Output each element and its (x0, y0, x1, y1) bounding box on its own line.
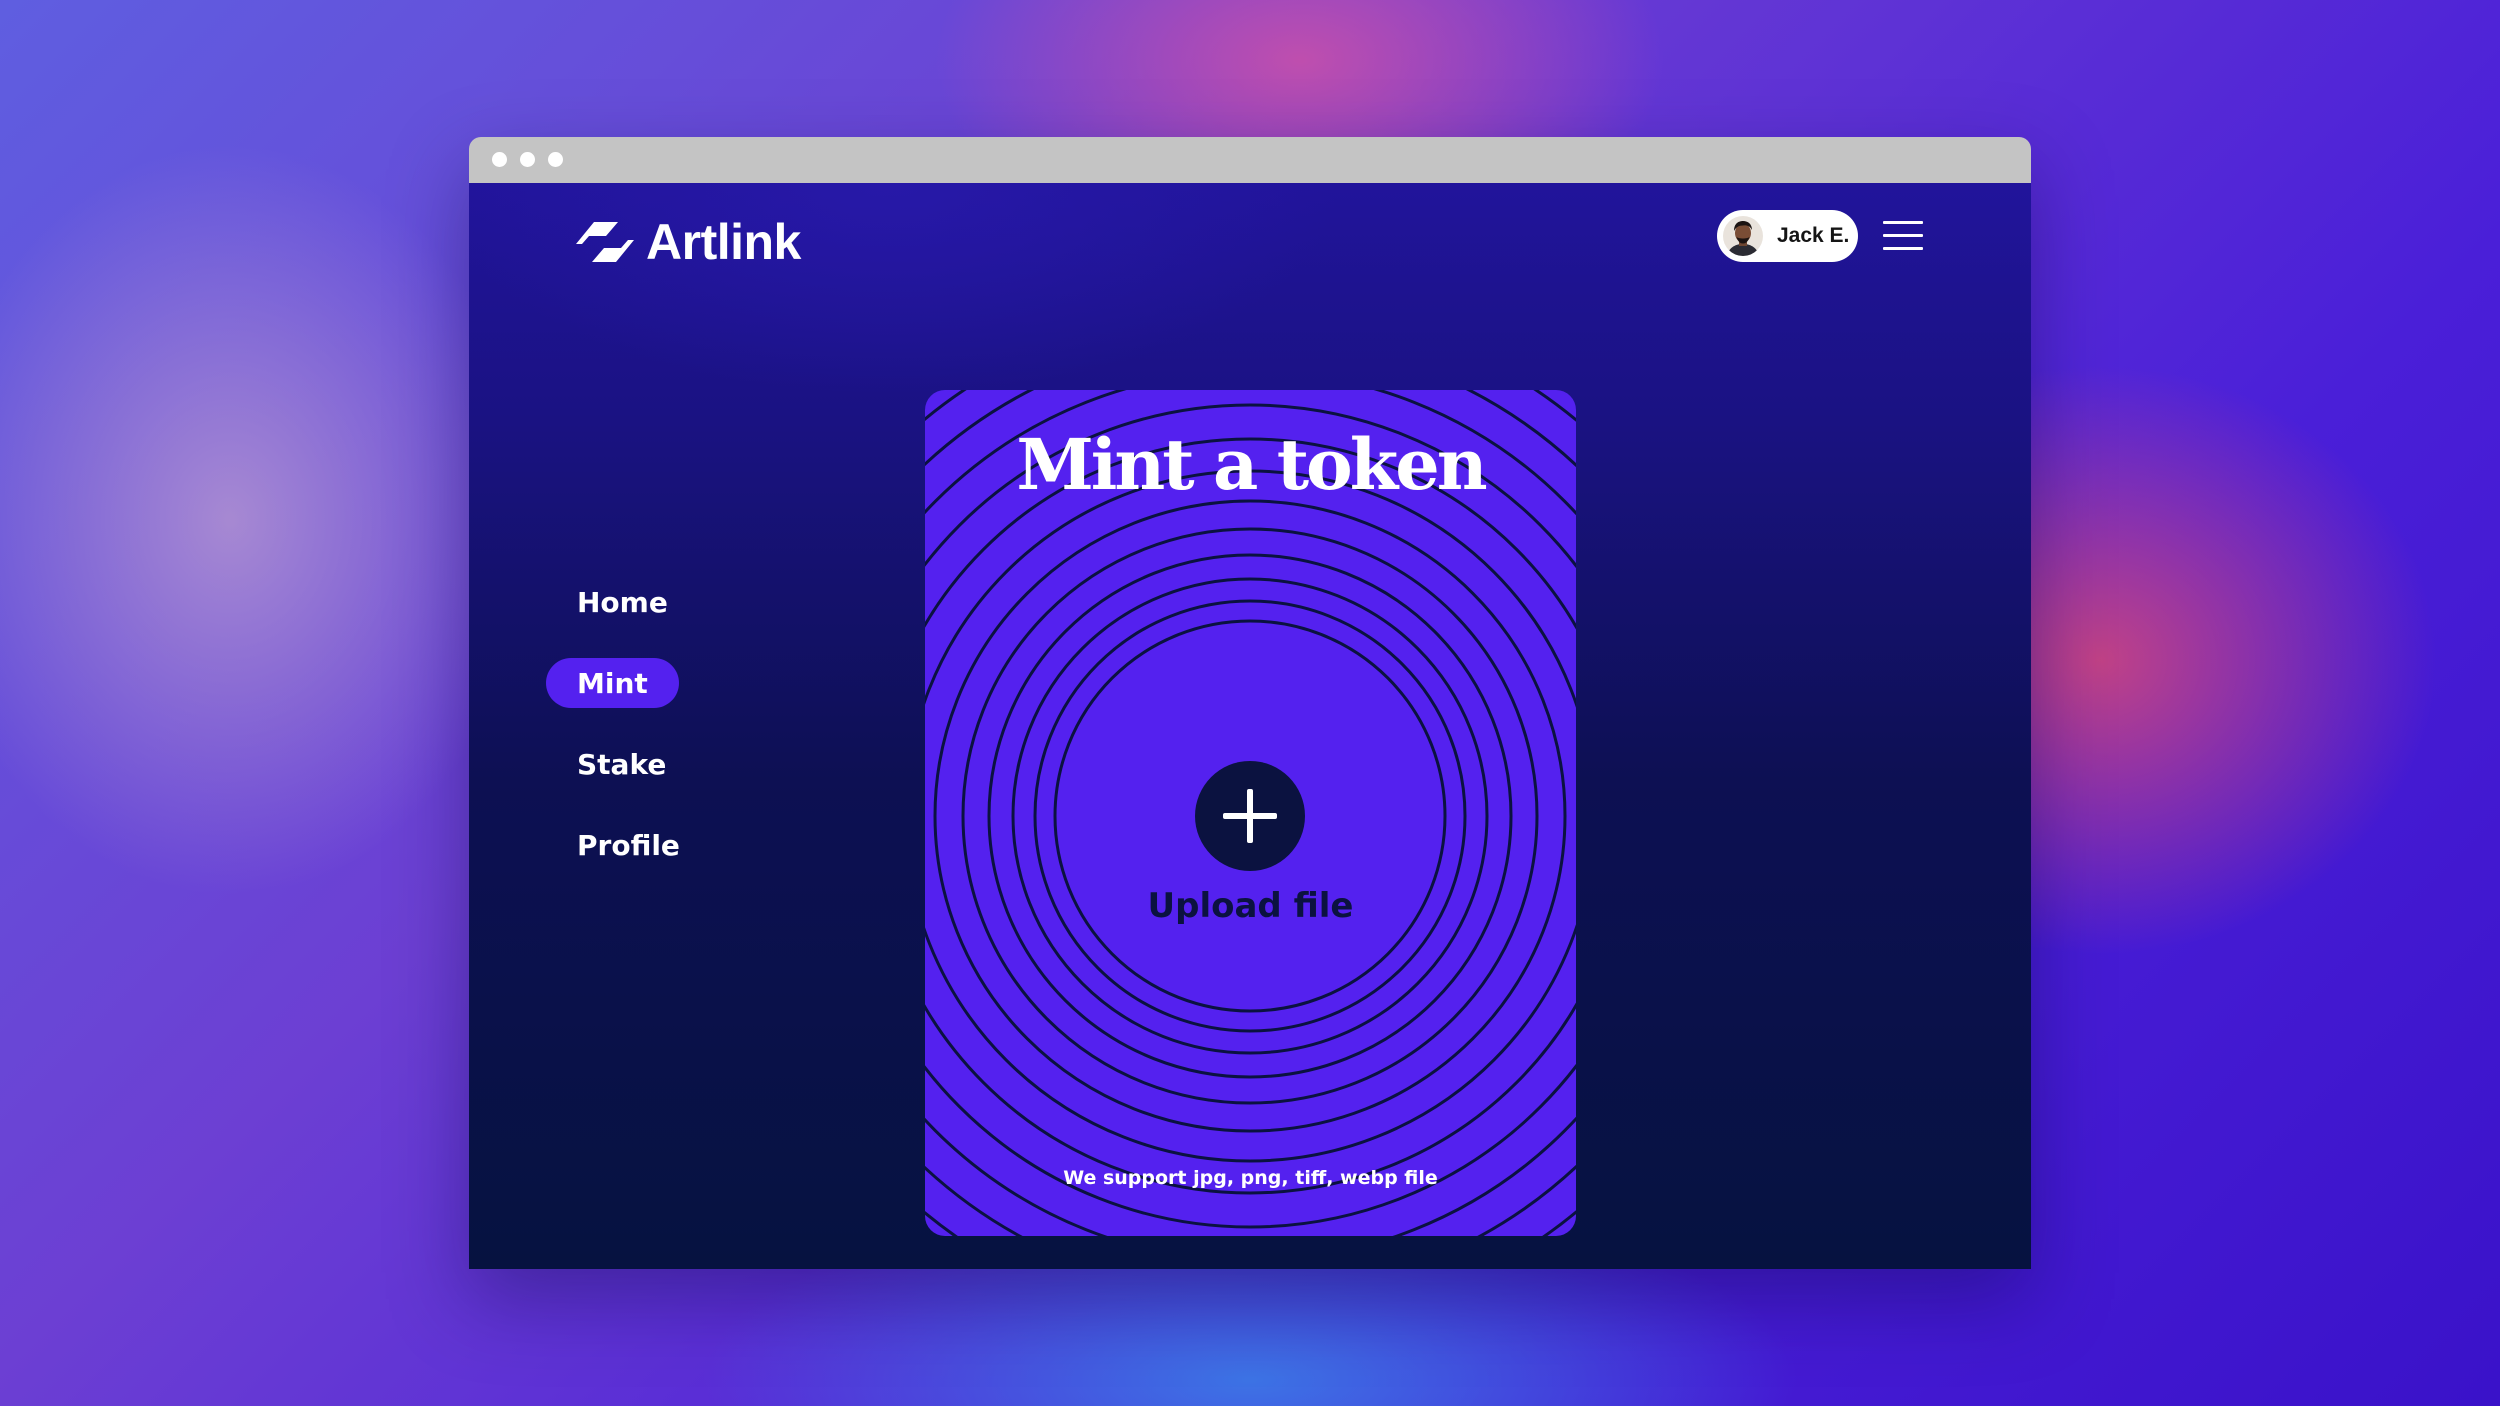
sidebar-item-home[interactable]: Home (546, 577, 699, 627)
user-profile-chip[interactable]: Jack E. (1717, 210, 1858, 262)
upload-button[interactable] (1195, 761, 1305, 871)
window-maximize-dot[interactable] (548, 152, 563, 167)
sidebar-item-mint[interactable]: Mint (546, 658, 679, 708)
window-minimize-dot[interactable] (520, 152, 535, 167)
sidebar-item-stake[interactable]: Stake (546, 739, 697, 789)
hamburger-menu-icon[interactable] (1883, 221, 1923, 253)
mint-token-card: Mint a token Upload file We support jpg,… (925, 390, 1576, 1236)
sidebar-item-profile[interactable]: Profile (546, 820, 711, 870)
window-title-bar (469, 137, 2031, 183)
artlink-logo-icon (576, 222, 634, 262)
brand-name: Artlink (646, 214, 801, 270)
app-page: Artlink Jack E. Home Mint Stake Profile … (469, 183, 2031, 1269)
card-title: Mint a token (1016, 423, 1487, 506)
user-name: Jack E. (1777, 224, 1850, 247)
plus-icon (1247, 789, 1253, 843)
menu-line (1883, 221, 1923, 224)
upload-file-label[interactable]: Upload file (925, 886, 1576, 926)
menu-line (1883, 247, 1923, 250)
window-close-dot[interactable] (492, 152, 507, 167)
menu-line (1883, 234, 1923, 237)
supported-formats-note: We support jpg, png, tiff, webp file (1063, 1167, 1438, 1189)
brand-home-link[interactable]: Artlink (576, 213, 801, 271)
user-avatar (1723, 216, 1763, 256)
browser-window: Artlink Jack E. Home Mint Stake Profile … (469, 137, 2031, 1269)
